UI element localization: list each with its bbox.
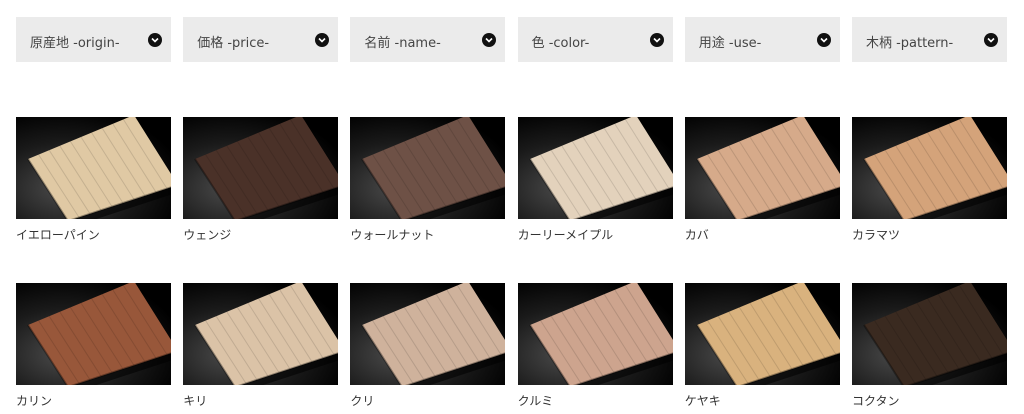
wood-sample-image[interactable]: [16, 283, 171, 385]
wood-card[interactable]: コクタン: [851, 283, 1007, 409]
wood-sample-image[interactable]: [16, 117, 171, 219]
wood-name[interactable]: カーリーメイプル: [518, 226, 673, 243]
wood-card[interactable]: ケヤキ: [684, 283, 840, 409]
filter-color[interactable]: 色 -color-: [517, 17, 673, 62]
wood-card[interactable]: カリン: [16, 283, 171, 409]
wood-name[interactable]: クルミ: [518, 392, 673, 409]
filter-origin[interactable]: 原産地 -origin-: [16, 17, 171, 62]
filter-label: 原産地 -origin-: [30, 36, 120, 51]
wood-name[interactable]: カバ: [685, 226, 840, 243]
wood-name[interactable]: コクタン: [852, 392, 1007, 409]
wood-card[interactable]: カラマツ: [851, 117, 1007, 243]
chevron-down-icon: [983, 33, 998, 47]
wood-sample-image[interactable]: [183, 283, 339, 385]
wood-grid-row: カリン キリ クリ クルミ ケヤキ コクタン: [16, 283, 1007, 409]
wood-name[interactable]: クリ: [350, 392, 505, 409]
chevron-down-icon: [816, 33, 831, 47]
wood-name[interactable]: カリン: [16, 392, 171, 409]
filter-label: 色 -color-: [531, 36, 590, 51]
filter-bar: 原産地 -origin- 価格 -price- 名前 -name- 色 -col…: [16, 17, 1007, 62]
wood-name[interactable]: カラマツ: [852, 226, 1007, 243]
wood-card[interactable]: クリ: [350, 283, 506, 409]
wood-sample-image[interactable]: [350, 117, 506, 219]
wood-sample-image[interactable]: [517, 283, 673, 385]
wood-name[interactable]: ケヤキ: [685, 392, 840, 409]
chevron-down-icon: [315, 33, 330, 47]
wood-sample-image[interactable]: [684, 283, 840, 385]
wood-sample-image[interactable]: [851, 283, 1007, 385]
wood-sample-image[interactable]: [684, 117, 840, 219]
wood-card[interactable]: イエローパイン: [16, 117, 171, 243]
filter-price[interactable]: 価格 -price-: [183, 17, 339, 62]
filter-label: 価格 -price-: [197, 36, 270, 51]
filter-label: 名前 -name-: [364, 36, 441, 51]
filter-pattern[interactable]: 木柄 -pattern-: [851, 17, 1007, 62]
filter-label: 木柄 -pattern-: [865, 36, 954, 51]
wood-sample-image[interactable]: [350, 283, 506, 385]
filter-name[interactable]: 名前 -name-: [350, 17, 506, 62]
wood-grid-row: イエローパイン ウェンジ ウォールナット カーリーメイプル カバ カラマツ: [16, 117, 1007, 243]
wood-name[interactable]: ウェンジ: [183, 226, 338, 243]
wood-card[interactable]: キリ: [183, 283, 339, 409]
wood-sample-image[interactable]: [851, 117, 1007, 219]
chevron-down-icon: [148, 33, 162, 47]
wood-name[interactable]: ウォールナット: [350, 226, 505, 243]
filter-label: 用途 -use-: [698, 36, 762, 51]
wood-card[interactable]: カーリーメイプル: [517, 117, 673, 243]
wood-sample-image[interactable]: [183, 117, 339, 219]
wood-card[interactable]: ウェンジ: [183, 117, 339, 243]
wood-name[interactable]: キリ: [183, 392, 338, 409]
chevron-down-icon: [482, 33, 497, 47]
filter-use[interactable]: 用途 -use-: [684, 17, 840, 62]
wood-card[interactable]: ウォールナット: [350, 117, 506, 243]
wood-card[interactable]: カバ: [684, 117, 840, 243]
wood-card[interactable]: クルミ: [517, 283, 673, 409]
wood-name[interactable]: イエローパイン: [16, 226, 171, 243]
chevron-down-icon: [649, 33, 664, 47]
wood-sample-image[interactable]: [517, 117, 673, 219]
